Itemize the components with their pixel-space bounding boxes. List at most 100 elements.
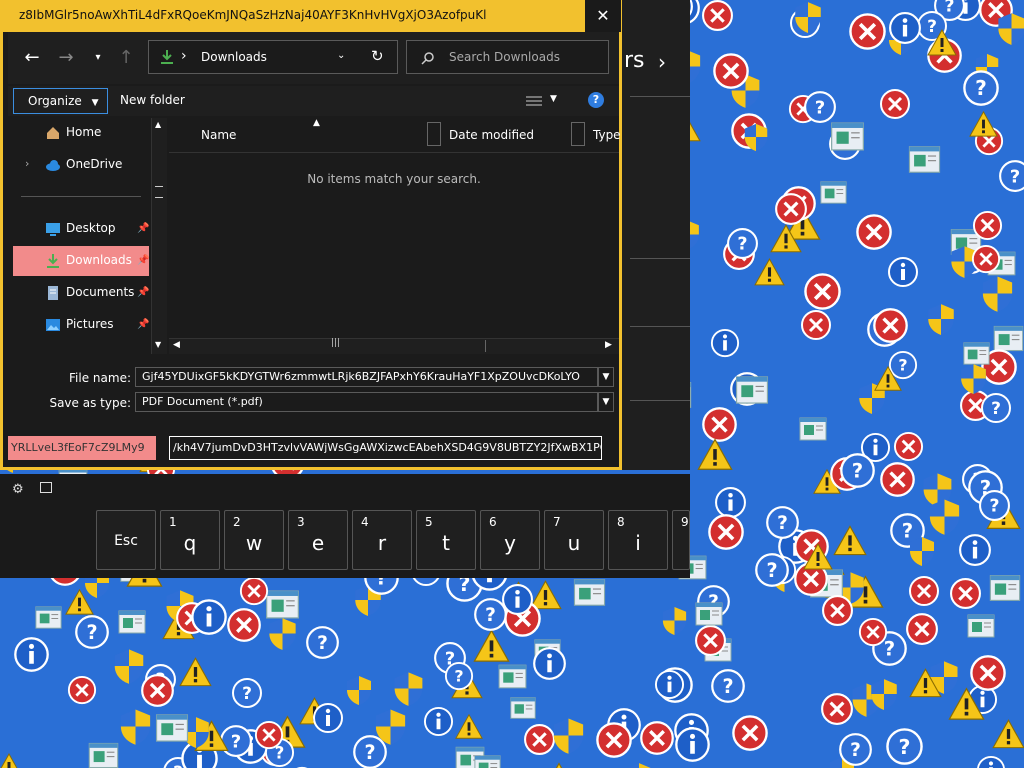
shield-icon: [906, 535, 938, 567]
dock-icon[interactable]: [40, 482, 52, 493]
svg-text:?: ?: [815, 97, 825, 118]
window-icon: [693, 598, 725, 630]
horizontal-scrollbar[interactable]: ◀ ||| ▶: [169, 338, 619, 354]
svg-text:?: ?: [991, 399, 1001, 419]
error-icon: [800, 309, 832, 341]
scroll-left-icon[interactable]: ◀: [173, 340, 180, 350]
nav-item-downloads[interactable]: Downloads 📌: [13, 246, 149, 276]
window-icon: [496, 660, 529, 693]
up-arrow-icon[interactable]: ↑: [114, 46, 138, 70]
new-folder-button[interactable]: New folder: [120, 93, 185, 107]
key-esc[interactable]: Esc: [96, 510, 156, 570]
column-date-modified[interactable]: Date modified: [449, 128, 534, 142]
gear-icon[interactable]: ⚙: [12, 482, 24, 497]
key[interactable]: 2w: [224, 510, 284, 570]
address-bar[interactable]: › Downloads ⌄ ↻: [148, 40, 398, 74]
pictures-icon: [46, 319, 60, 331]
error-icon: [905, 612, 939, 646]
key[interactable]: 1q: [160, 510, 220, 570]
column-name[interactable]: Name: [201, 128, 236, 142]
error-icon: [731, 714, 769, 752]
window-icon: [906, 141, 943, 178]
expand-chevron-icon[interactable]: ›: [25, 157, 29, 170]
recent-locations-chevron-icon[interactable]: ▾: [86, 46, 110, 70]
refresh-icon[interactable]: ↻: [371, 47, 384, 65]
key-char: Esc: [114, 533, 138, 549]
question-icon: ?: [962, 69, 1000, 107]
key[interactable]: 3e: [288, 510, 348, 570]
warning-icon: [832, 523, 868, 559]
shield-icon: [867, 677, 901, 711]
scroll-thumb[interactable]: [155, 186, 163, 198]
nav-item-pictures[interactable]: Pictures 📌: [13, 310, 149, 340]
forward-arrow-icon[interactable]: →: [54, 46, 78, 70]
scroll-down-icon[interactable]: ▼: [155, 340, 161, 349]
text-input[interactable]: /kh4V7jumDvD3HTzvlvVAWjWsGgAWXizwcEAbehX…: [169, 436, 602, 460]
help-icon[interactable]: ?: [588, 92, 604, 108]
error-icon: [803, 272, 842, 311]
error-icon: [226, 607, 262, 643]
warning-icon: [947, 685, 986, 724]
window-icon: [828, 117, 867, 156]
key[interactable]: 5t: [416, 510, 476, 570]
question-icon: ?: [839, 452, 876, 489]
key[interactable]: 6y: [480, 510, 540, 570]
column-divider[interactable]: [571, 122, 585, 146]
divider: [630, 96, 690, 97]
save-type-select[interactable]: PDF Document (*.pdf): [135, 392, 598, 412]
column-type[interactable]: Type: [593, 128, 621, 142]
shield-icon: [994, 11, 1024, 46]
key-number: 2: [233, 515, 241, 529]
svg-text:?: ?: [777, 513, 788, 534]
svg-text:?: ?: [850, 740, 861, 761]
info-icon: [654, 669, 685, 700]
chevron-down-icon[interactable]: ▼: [598, 367, 614, 387]
file-name-field[interactable]: Gjf45YDUixGF5kKDYGTWr6zmmwtLRjk6BZJFAPxh…: [135, 367, 598, 387]
back-arrow-icon[interactable]: ←: [20, 46, 44, 70]
divider: [630, 400, 690, 401]
chevron-down-icon[interactable]: ⌄: [337, 50, 345, 61]
title-bar[interactable]: z8IbMGlr5noAwXhTiL4dFxRQoeKmJNQaSzHzNaj4…: [3, 0, 621, 32]
chevron-down-icon[interactable]: ▼: [598, 392, 614, 412]
save-dialog: z8IbMGlr5noAwXhTiL4dFxRQoeKmJNQaSzHzNaj4…: [0, 0, 622, 470]
shield-icon: [924, 302, 958, 336]
column-divider[interactable]: [427, 122, 441, 146]
search-input[interactable]: Search Downloads: [406, 40, 609, 74]
key[interactable]: 8i: [608, 510, 668, 570]
window-icon: [116, 606, 148, 638]
pin-icon: 📌: [137, 319, 150, 330]
highlighted-text-field[interactable]: YRLLveL3fEoF7cZ9LMy9: [8, 436, 156, 460]
vertical-scrollbar[interactable]: ▲ ▼: [151, 118, 167, 354]
window-icon: [965, 610, 997, 642]
navigation-pane: Home › OneDrive Desktop 📌 Downloads 📌 Do…: [11, 118, 167, 354]
info-icon: [312, 702, 344, 734]
question-icon: ?: [980, 392, 1012, 424]
key[interactable]: 4r: [352, 510, 412, 570]
key-number: 3: [297, 515, 305, 529]
on-screen-keyboard: ⚙ Esc 1 q 2 w 3 e 4 r 5 t 6 y 7 u 8 i 9: [0, 474, 690, 578]
error-icon: [872, 307, 909, 344]
nav-item-home[interactable]: Home: [13, 118, 149, 148]
key[interactable]: 7u: [544, 510, 604, 570]
nav-item-onedrive[interactable]: › OneDrive: [13, 150, 149, 180]
warning-icon: [802, 541, 834, 573]
organize-button[interactable]: Organize ▼: [13, 88, 108, 114]
organize-label: Organize: [28, 94, 82, 108]
nav-item-documents[interactable]: Documents 📌: [13, 278, 149, 308]
close-button[interactable]: ✕: [585, 0, 621, 32]
scroll-up-icon[interactable]: ▲: [155, 120, 161, 129]
key-number: 5: [425, 515, 433, 529]
scroll-right-icon[interactable]: ▶: [605, 340, 612, 350]
key-char: u: [567, 531, 581, 555]
error-icon: [908, 575, 940, 607]
key-number: 7: [553, 515, 561, 529]
nav-item-desktop[interactable]: Desktop 📌: [13, 214, 149, 244]
question-icon: ?: [885, 727, 924, 766]
view-options-icon[interactable]: [526, 95, 542, 107]
scroll-thumb[interactable]: |||: [187, 338, 486, 352]
caret-down-icon[interactable]: ▼: [550, 94, 557, 104]
warning-icon: [0, 751, 25, 768]
key[interactable]: 9: [672, 510, 690, 570]
nav-item-label: Pictures: [66, 317, 114, 331]
info-icon: [976, 755, 1006, 768]
